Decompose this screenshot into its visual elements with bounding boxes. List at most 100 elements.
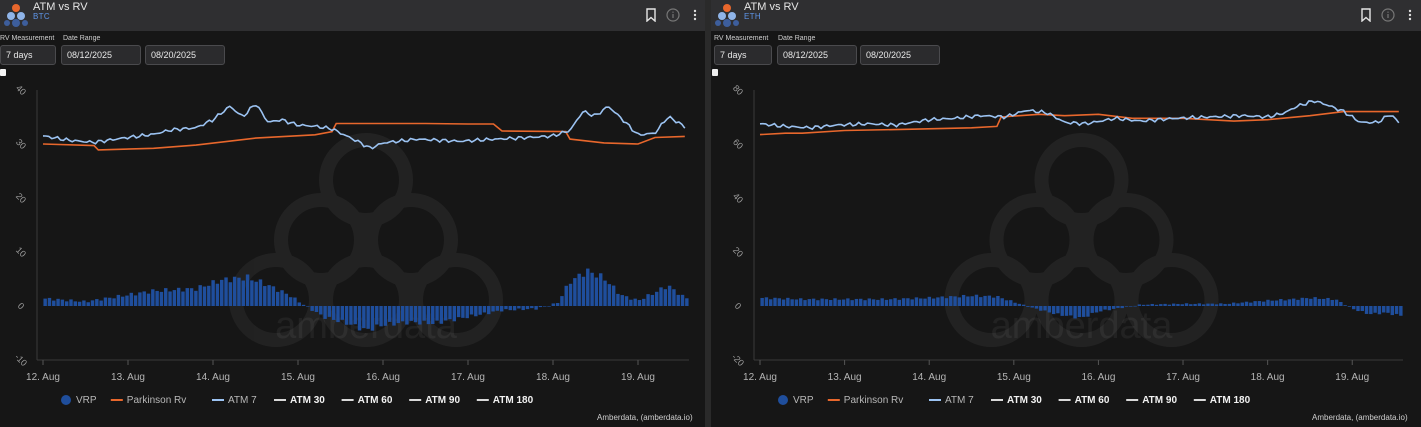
vrp-bar [129,292,134,306]
vrp-bar [803,300,807,306]
vrp-bar [1274,300,1279,306]
vrp-bar [245,274,250,306]
vrp-bar [323,306,327,319]
vrp-bar [1189,304,1193,306]
vrp-bar [159,291,164,306]
legend-label: ATM 60 [358,395,393,406]
legend-item[interactable]: ATM 30 [991,395,1042,406]
vrp-bar [1056,306,1060,314]
vrp-bar [777,298,782,306]
vrp-bar [560,296,564,306]
legend-marker [778,395,788,405]
vrp-bar [672,289,676,306]
vrp-bar [267,285,271,306]
x-tick-label: 16. Aug [366,372,400,383]
vrp-bar [1034,306,1039,309]
vrp-bar [474,306,478,317]
x-tick-label: 15. Aug [997,372,1031,383]
vrp-bar [1373,306,1377,313]
vrp-bar [1279,299,1283,306]
vrp-bar [439,306,444,324]
vrp-bar [906,298,910,306]
legend-item[interactable]: VRP [61,395,97,406]
legend-label: ATM 180 [1210,395,1251,406]
vrp-bar [185,288,189,306]
vrp-bar [1287,299,1292,306]
vrp-bar [611,285,616,306]
vrp-bar [314,306,319,313]
vrp-bar [1231,302,1236,306]
vrp-bar [392,306,396,326]
legend-item[interactable]: VRP [778,395,814,406]
vrp-bar [383,306,388,326]
vrp-bar [461,306,465,318]
y-tick-label: 80 [731,83,745,97]
x-tick-label: 13. Aug [828,372,862,383]
legend-item[interactable]: Parkinson Rv [827,395,903,406]
legend-item[interactable]: ATM 90 [1126,395,1177,406]
legend-item[interactable]: Parkinson Rv [110,395,186,406]
y-tick-label: 20 [14,191,28,205]
vrp-bar [1004,300,1009,306]
vrp-bar [103,297,108,306]
vrp-bar [1069,306,1073,316]
vrp-bar [667,285,672,306]
legend-item[interactable]: ATM 180 [1193,395,1251,406]
x-tick-label: 13. Aug [111,372,145,383]
vrp-bar [478,306,482,315]
x-tick-label: 15. Aug [281,372,315,383]
vrp-bar [189,288,194,306]
vrp-bar [598,273,603,306]
vrp-bar [786,297,790,306]
legend-label: ATM 90 [1142,395,1177,406]
vrp-bar [512,306,517,311]
vrp-bar [362,306,366,329]
legend-item[interactable]: ATM 90 [409,395,460,406]
vrp-bar [1099,306,1103,312]
chart-panel-eth: ATM vs RV ETH RV Measurement Date Range … [711,0,1421,427]
vrp-bar [465,306,469,319]
legend-item[interactable]: ATM 30 [274,395,325,406]
legend-item[interactable]: ATM 180 [476,395,534,406]
vrp-bar [1047,306,1052,313]
vrp-bar [974,294,979,306]
vrp-bar [1227,303,1232,306]
vrp-bar [923,298,927,306]
legend: VRP Parkinson Rv ATM 7 ATM 30 ATM 60 ATM 90 AT… [778,395,1251,406]
y-tick-label: 20 [731,245,745,259]
vrp-bar [284,293,289,306]
vrp-bar [1253,301,1257,306]
legend-item[interactable]: ATM 7 [212,395,257,406]
vrp-bar [297,302,301,306]
vrp-bar [637,300,642,306]
vrp-bar [370,306,375,331]
vrp-bar [577,273,581,306]
vrp-bar [181,291,185,306]
vrp-bar [1124,306,1129,307]
y-tick-label: -20 [730,352,746,368]
vrp-bar [327,306,332,317]
vrp-bar [275,291,280,306]
credit-text[interactable]: Amberdata, (amberdata.io) [597,413,693,422]
vrp-bar [1257,301,1262,306]
legend-item[interactable]: ATM 7 [929,395,974,406]
vrp-bar [799,298,803,306]
legend-item[interactable]: ATM 60 [341,395,393,406]
vrp-bar [418,306,422,325]
vrp-bar [1094,306,1099,313]
vrp-bar [1171,303,1176,306]
vrp-bar [966,296,970,306]
credit-text[interactable]: Amberdata, (amberdata.io) [1312,413,1408,422]
vrp-bar [607,284,612,306]
y-tick-label: 30 [14,137,28,151]
x-tick-label: 18. Aug [1251,372,1285,383]
y-tick-label: 0 [733,301,744,312]
vrp-bar [366,306,370,329]
vrp-bar [790,299,794,306]
vrp-bar [47,297,52,306]
vrp-bar [1369,306,1373,315]
vrp-bar [1120,306,1124,309]
vrp-bar [859,298,863,306]
legend-item[interactable]: ATM 60 [1058,395,1110,406]
vrp-bar [659,287,663,306]
